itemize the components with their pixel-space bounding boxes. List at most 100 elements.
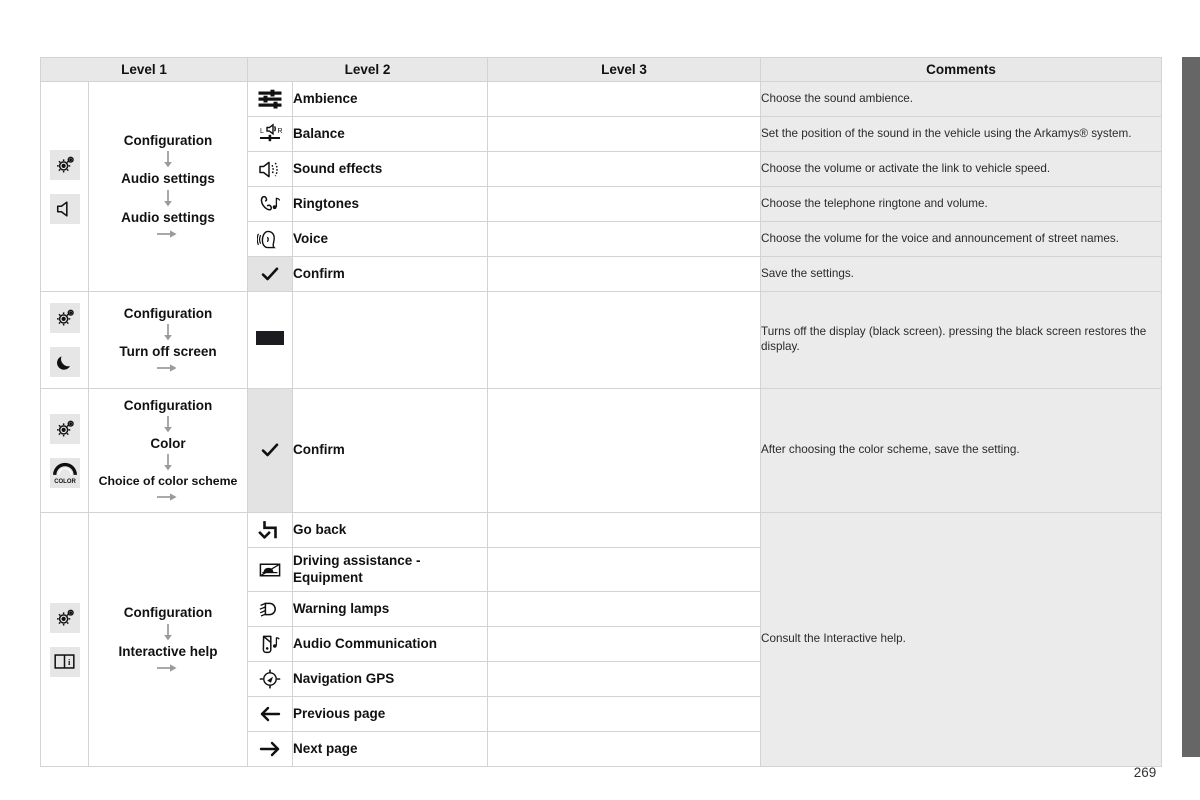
arrow-down-icon: [162, 622, 174, 644]
column-header-level1: Level 1: [40, 57, 248, 82]
level2-label: [292, 291, 488, 389]
level3-cell: [487, 661, 761, 697]
settings-matrix-table: Level 1 Level 2 Level 3 Comments Configu…: [40, 57, 1162, 767]
table-row: COLOR Configuration Color Choice of colo…: [40, 388, 1162, 513]
level3-cell: [487, 388, 761, 513]
level1-icons-cell-turn-off-screen: [40, 291, 89, 389]
arrow-right-icon: [155, 360, 181, 374]
level3-cell: [487, 291, 761, 389]
level2-label: Confirm: [292, 388, 488, 513]
arrow-left-icon[interactable]: [247, 696, 293, 732]
manual-page: Level 1 Level 2 Level 3 Comments Configu…: [0, 0, 1200, 800]
navigation-gps-icon[interactable]: [247, 661, 293, 697]
check-icon[interactable]: [247, 256, 293, 292]
level1-step: Configuration: [123, 397, 213, 413]
level2-label: Navigation GPS: [292, 661, 488, 697]
column-header-level2: Level 2: [247, 57, 488, 82]
sound-effects-icon[interactable]: [247, 151, 293, 187]
balance-icon[interactable]: L R: [247, 116, 293, 152]
level2-label: Next page: [292, 731, 488, 767]
comment-cell: Choose the volume for the voice and anno…: [760, 221, 1162, 257]
table-header: Level 1 Level 2 Level 3 Comments: [40, 57, 1162, 82]
level2-label: Ambience: [292, 81, 488, 117]
level2-label: Voice: [292, 221, 488, 257]
ringtone-icon[interactable]: [247, 186, 293, 222]
level1-path-turn-off-screen: Configuration Turn off screen: [88, 291, 248, 389]
level3-cell: [487, 186, 761, 222]
driving-assist-icon[interactable]: [247, 547, 293, 592]
level2-label: Confirm: [292, 256, 488, 292]
gear-icon: [49, 413, 80, 444]
comment-cell: Choose the telephone ringtone and volume…: [760, 186, 1162, 222]
comment-cell: Consult the Interactive help.: [760, 512, 1162, 767]
level2-label: Balance: [292, 116, 488, 152]
level3-cell: [487, 256, 761, 292]
arrow-down-icon: [162, 414, 174, 436]
equalizer-icon[interactable]: [247, 81, 293, 117]
level1-path-color: Configuration Color Choice of color sche…: [88, 388, 248, 513]
level3-cell: [487, 116, 761, 152]
arrow-down-icon: [162, 322, 174, 344]
level3-cell: [487, 512, 761, 548]
level3-cell: [487, 221, 761, 257]
arrow-down-icon: [162, 188, 174, 210]
gear-icon: [49, 149, 80, 180]
table-body: Configuration Audio settings Audio setti…: [40, 81, 1162, 767]
level1-step: Interactive help: [118, 643, 218, 659]
audio-comm-icon[interactable]: [247, 626, 293, 662]
comment-cell: After choosing the color scheme, save th…: [760, 388, 1162, 513]
go-back-icon[interactable]: [247, 512, 293, 548]
level2-label: Go back: [292, 512, 488, 548]
level1-step: Audio settings: [121, 171, 215, 187]
table-row: Configuration Turn off screen Turns off …: [40, 291, 1162, 389]
level2-label: Driving assistance - Equipment: [292, 547, 488, 592]
level3-cell: [487, 591, 761, 627]
comment-cell: Turns off the display (black screen). pr…: [760, 291, 1162, 389]
black-screen-icon[interactable]: [247, 291, 293, 389]
check-icon[interactable]: [247, 388, 293, 513]
level2-label: Warning lamps: [292, 591, 488, 627]
level2-label: Previous page: [292, 696, 488, 732]
level3-cell: [487, 731, 761, 767]
color-icon: COLOR: [49, 457, 80, 488]
svg-text:R: R: [278, 128, 283, 135]
comment-cell: Choose the volume or activate the link t…: [760, 151, 1162, 187]
level1-step: Audio settings: [121, 209, 215, 225]
level1-path-audio-settings: Configuration Audio settings Audio setti…: [88, 81, 248, 292]
black-screen-shape: [256, 330, 284, 345]
header-row: Level 1 Level 2 Level 3 Comments: [40, 57, 1162, 82]
svg-text:i: i: [68, 657, 71, 667]
level2-label: Audio Communication: [292, 626, 488, 662]
level2-label: Ringtones: [292, 186, 488, 222]
level1-step: Configuration: [123, 605, 213, 621]
level3-cell: [487, 151, 761, 187]
level2-label: Sound effects: [292, 151, 488, 187]
table-row: Configuration Audio settings Audio setti…: [40, 81, 1162, 292]
svg-text:COLOR: COLOR: [54, 479, 76, 485]
comment-cell: Save the settings.: [760, 256, 1162, 292]
comment-cell: Set the position of the sound in the veh…: [760, 116, 1162, 152]
arrow-down-icon: [162, 452, 174, 474]
svg-text:L: L: [260, 128, 264, 135]
column-header-comments: Comments: [760, 57, 1162, 82]
level1-path-interactive-help: Configuration Interactive help: [88, 512, 248, 767]
arrow-right-icon: [155, 226, 181, 240]
level1-step: Configuration: [123, 305, 213, 321]
warning-lamp-icon[interactable]: [247, 591, 293, 627]
moon-icon: [49, 347, 80, 377]
level3-cell: [487, 547, 761, 592]
voice-icon[interactable]: [247, 221, 293, 257]
gear-icon: [49, 303, 80, 333]
gear-icon: [49, 602, 80, 633]
manual-book-icon: i: [49, 646, 80, 677]
level1-step: Choice of color scheme: [98, 474, 238, 489]
level1-icons-cell-audio-settings: [40, 81, 89, 292]
page-edge-tab: [1182, 57, 1200, 757]
table-row: i Configuration Interactive help Go back…: [40, 512, 1162, 767]
speaker-icon: [49, 193, 80, 224]
level1-step: Turn off screen: [119, 344, 217, 359]
arrow-right-icon: [155, 489, 181, 503]
level1-icons-cell-interactive-help: i: [40, 512, 89, 767]
level3-cell: [487, 81, 761, 117]
arrow-right-icon[interactable]: [247, 731, 293, 767]
